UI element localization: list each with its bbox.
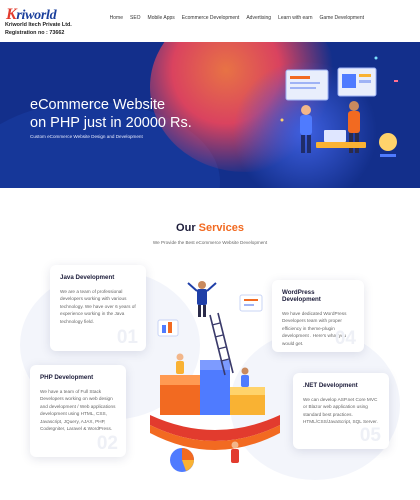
hero-title-line1: eCommerce Website (30, 97, 166, 113)
hero-banner: eCommerce Website on PHP just in 20000 R… (0, 42, 420, 188)
services-title: Our Services (0, 222, 420, 234)
main-nav: Home SEO Mobile Apps Ecommerce Developme… (103, 15, 364, 21)
service-card-text: We are a team of professional developers… (60, 289, 136, 324)
nav-item-ecommerce-development[interactable]: Ecommerce Development (182, 15, 240, 21)
nav-item-home[interactable]: Home (110, 15, 123, 21)
service-card-title: Java Development (60, 274, 115, 281)
services-subtitle: We Provide the Best eCommerce Website De… (152, 240, 268, 245)
services-team-illustration (150, 281, 280, 472)
logo-text-rest: riworld (16, 8, 57, 23)
service-card-title: PHP Development (40, 374, 94, 381)
service-card-title: WordPress Development (282, 289, 321, 303)
hero-developers-illustration (280, 56, 398, 157)
nav-item-learn-with-earn[interactable]: Learn with earn (278, 15, 312, 21)
company-name: Kriworld Itech Private Ltd. (5, 22, 72, 28)
site-header: Kriworld Kriworld Itech Private Ltd. Reg… (0, 0, 420, 42)
service-card-number: 01 (116, 327, 138, 348)
hero-title-line2: on PHP just in 20000 Rs. (30, 115, 192, 131)
services-title-accent: Services (198, 222, 244, 234)
hero-title: eCommerce Website on PHP just in 20000 R… (30, 96, 192, 132)
nav-item-game-development[interactable]: Game Development (320, 15, 364, 21)
nav-item-mobile-apps[interactable]: Mobile Apps (148, 15, 175, 21)
registration-number: Registration no : 73662 (5, 30, 65, 36)
hero-subtitle: Custom eCommerce Website Design and Deve… (30, 134, 143, 139)
service-card-text: We have a team of Full Stack Developers … (40, 389, 116, 432)
service-card-number: 04 (334, 328, 356, 349)
service-card-php[interactable]: PHP Development We have a team of Full S… (30, 365, 126, 457)
service-card-number: 02 (96, 433, 118, 454)
service-card-wordpress[interactable]: WordPress Development We have dedicated … (272, 280, 364, 352)
service-card-number: 05 (359, 425, 381, 446)
service-card-dotnet[interactable]: .NET Development We can develop ASP.net … (293, 373, 389, 449)
nav-item-advertising[interactable]: Advertising (246, 15, 271, 21)
service-card-text: We can develop ASP.net Core MVC or Blazo… (303, 397, 378, 425)
services-title-plain: Our (176, 222, 196, 234)
service-card-java[interactable]: Java Development We are a team of profes… (50, 265, 146, 351)
nav-item-seo[interactable]: SEO (130, 15, 141, 21)
service-card-title: .NET Development (303, 382, 358, 389)
